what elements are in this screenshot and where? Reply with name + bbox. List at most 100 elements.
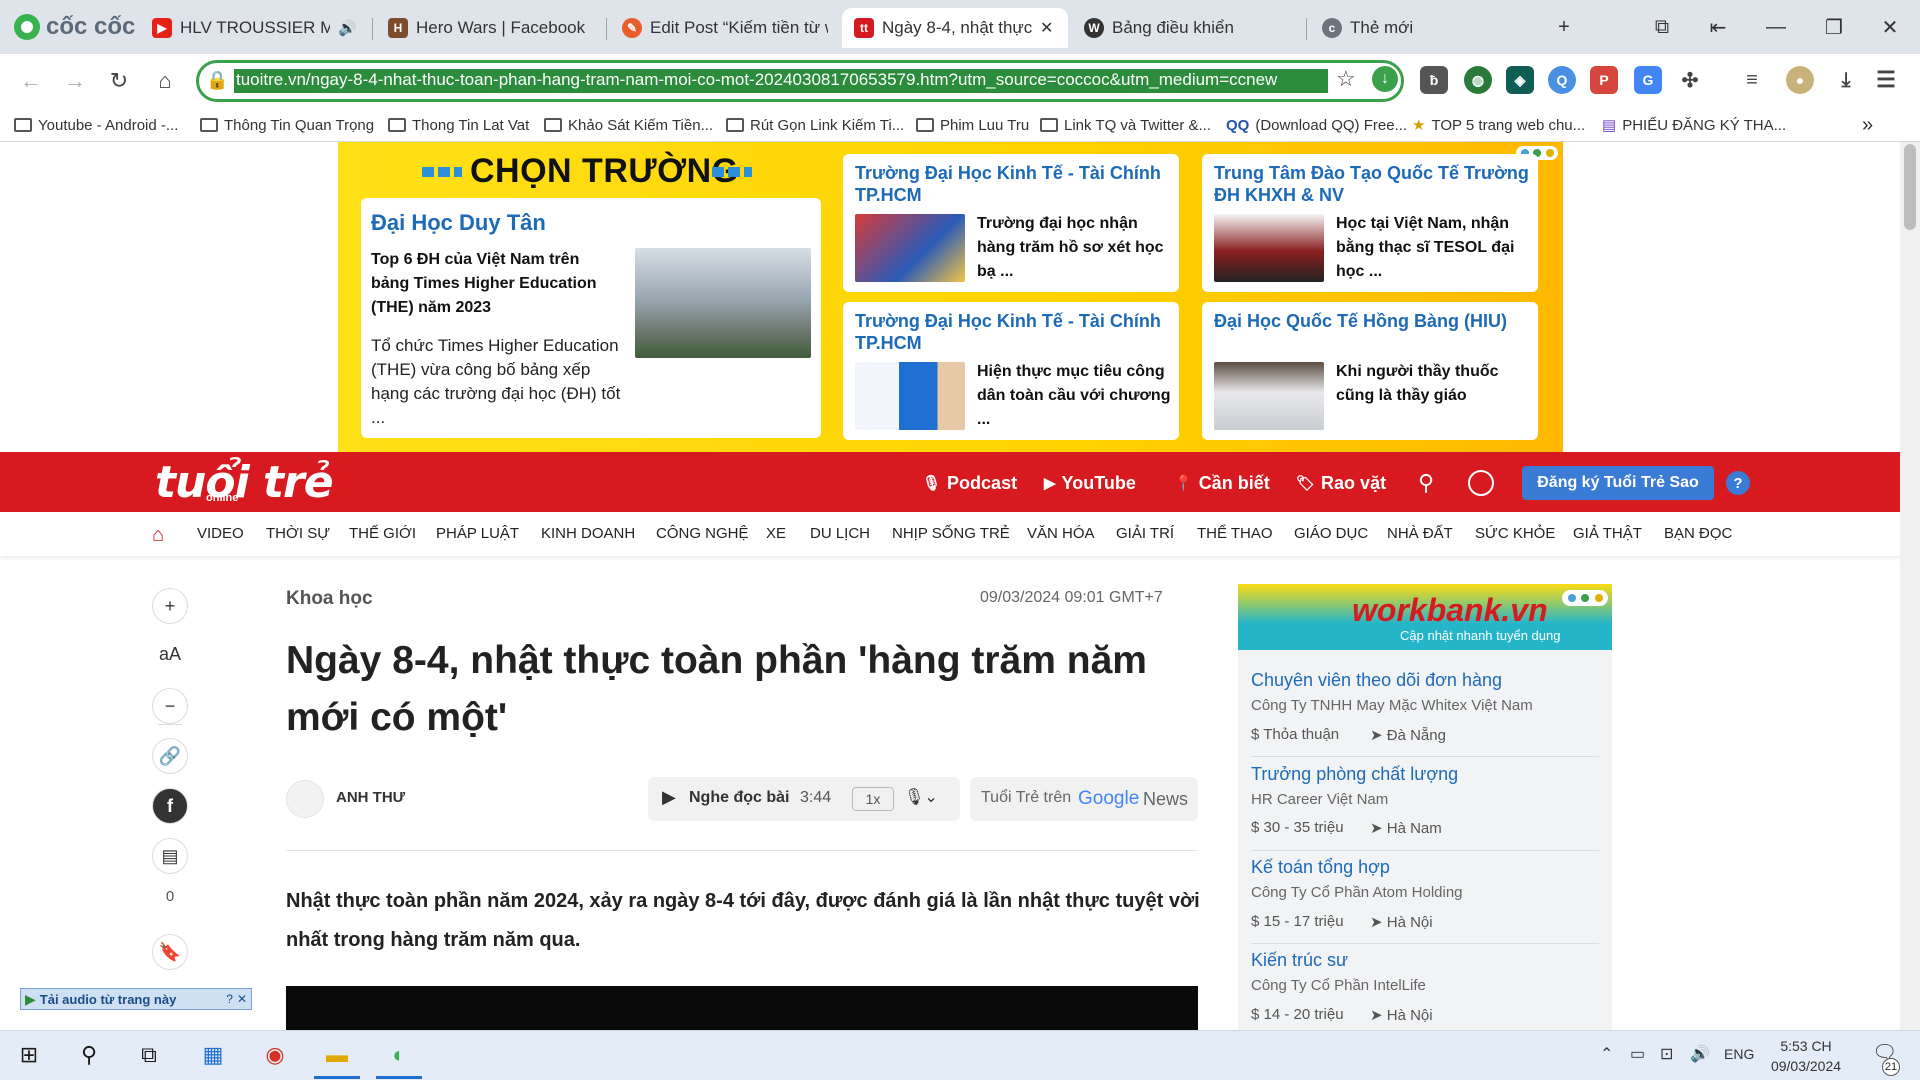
globe-icon[interactable]: ◍ (1464, 66, 1492, 94)
windows-start-icon[interactable]: ⊞ (12, 1038, 46, 1072)
article-category[interactable]: Khoa học (286, 588, 373, 610)
more-bookmarks-icon[interactable]: » (1862, 111, 1873, 139)
menu-item[interactable]: KINH DOANH (541, 525, 635, 542)
ad-card[interactable]: Trường Đại Học Kinh Tế - Tài Chính TP.HC… (843, 154, 1179, 292)
tab-hero-wars[interactable]: H Hero Wars | Facebook (376, 8, 606, 48)
avatar[interactable]: ● (1786, 66, 1814, 94)
speed-button[interactable]: 1x (852, 787, 894, 811)
downloads-icon[interactable]: ⤓ (1832, 66, 1860, 94)
search-icon[interactable]: ⚲ (1418, 470, 1444, 496)
ad-card[interactable]: Trung Tâm Đào Tạo Quốc Tế Trường ĐH KHXH… (1202, 154, 1538, 292)
help-icon[interactable]: ? (1726, 471, 1750, 495)
task-view-icon[interactable]: ⧉ (132, 1038, 166, 1072)
battery-icon[interactable]: ▭ (1630, 1044, 1645, 1064)
extension-icon[interactable]: ƀ (1420, 66, 1448, 94)
store-icon[interactable]: ▦ (196, 1038, 230, 1072)
menu-item[interactable]: THỂ THAO (1197, 525, 1273, 542)
zoom-out-button[interactable]: − (152, 688, 188, 724)
bookmark-item[interactable]: Thong Tin Lat Vat (388, 111, 529, 139)
user-icon[interactable] (1468, 470, 1494, 496)
ad-card[interactable]: Đại Học Quốc Tế Hồng Bàng (HIU) Khi ngườ… (1202, 302, 1538, 440)
home-button[interactable]: ⌂ (148, 64, 182, 98)
volume-icon[interactable]: 🔊 (1690, 1044, 1710, 1064)
job-title[interactable]: Kiến trúc sư (1251, 950, 1426, 971)
maximize-button[interactable]: ❐ (1814, 10, 1854, 44)
menu-item[interactable]: NHÀ ĐẤT (1387, 525, 1453, 542)
menu-item[interactable]: VIDEO (197, 525, 244, 542)
job-item[interactable]: Chuyên viên theo dõi đơn hàng Công Ty TN… (1251, 670, 1533, 714)
page-scrollbar[interactable] (1900, 142, 1920, 1030)
menu-item[interactable]: XE (766, 525, 786, 542)
speaker-icon[interactable]: 🔊 (338, 19, 357, 37)
tab-youtube[interactable]: ▶ HLV TROUSSIER M 🔊 (140, 8, 370, 48)
pdf-icon[interactable]: P (1590, 66, 1618, 94)
tab-edit-post[interactable]: ✎ Edit Post “Kiếm tiền từ w (610, 8, 840, 48)
forward-button[interactable]: → (58, 64, 92, 98)
menu-item[interactable]: GIÁO DỤC (1294, 525, 1368, 542)
bookmark-item[interactable]: Thông Tin Quan Trọng (200, 111, 374, 139)
youtube-link[interactable]: ▶ YouTube (1044, 470, 1136, 496)
network-icon[interactable]: ⊡ (1660, 1044, 1673, 1064)
close-window-button[interactable]: ✕ (1870, 10, 1910, 44)
close-tab-icon[interactable]: ✕ (1040, 18, 1053, 38)
job-item[interactable]: Trưởng phòng chất lượng HR Career Việt N… (1251, 764, 1458, 808)
menu-item[interactable]: GIẢI TRÍ (1116, 525, 1174, 542)
voice-select-icon[interactable]: 🎙⌄ (904, 787, 938, 807)
new-tab-button[interactable]: + (1544, 10, 1584, 44)
ad-badge[interactable] (1562, 590, 1608, 606)
screenshot-icon[interactable]: ⧉ (1642, 10, 1682, 44)
help-icon[interactable]: ? (226, 992, 233, 1006)
chrome-icon[interactable]: ◉ (258, 1038, 292, 1072)
podcast-link[interactable]: 🎙 Podcast (922, 470, 1017, 496)
can-biet-link[interactable]: 📍 Cần biết (1174, 470, 1270, 496)
play-icon[interactable]: ▶ (662, 787, 676, 808)
coccoc-logo[interactable]: cốc cốc (14, 12, 135, 42)
back-tab-icon[interactable]: ⇤ (1698, 10, 1738, 44)
rao-vat-link[interactable]: 🏷 Rao vặt (1296, 470, 1386, 496)
bookmark-item[interactable]: ★ TOP 5 trang web chu... (1412, 111, 1585, 139)
coccoc-icon[interactable]: ◐ (382, 1038, 416, 1072)
menu-item[interactable]: PHÁP LUẬT (436, 525, 519, 542)
menu-item[interactable]: SỨC KHỎE (1475, 525, 1555, 542)
menu-item[interactable]: CÔNG NGHỆ (656, 525, 749, 542)
reload-button[interactable]: ↻ (102, 64, 136, 98)
register-button[interactable]: Đăng ký Tuổi Trẻ Sao (1522, 466, 1714, 500)
comment-icon[interactable]: ▤ (152, 838, 188, 874)
job-item[interactable]: Kế toán tổng hợp Công Ty Cổ Phần Atom Ho… (1251, 857, 1463, 901)
menu-item[interactable]: VĂN HÓA (1027, 525, 1095, 542)
back-button[interactable]: ← (14, 64, 48, 98)
bookmark-item[interactable]: Phim Luu Tru (916, 111, 1029, 139)
audio-download-bar[interactable]: ▶ Tải audio từ trang này ? ✕ (20, 988, 252, 1010)
zoom-in-button[interactable]: + (152, 588, 188, 624)
ad-main-card[interactable]: Đại Học Duy Tân Top 6 ĐH của Việt Nam tr… (361, 198, 821, 438)
tab-dashboard[interactable]: W Bảng điều khiển (1072, 8, 1302, 48)
job-title[interactable]: Kế toán tổng hợp (1251, 857, 1463, 878)
tab-active-article[interactable]: tt Ngày 8-4, nhật thực ✕ (842, 8, 1068, 48)
close-icon[interactable]: ✕ (237, 992, 247, 1006)
language-indicator[interactable]: ENG (1724, 1046, 1754, 1062)
listen-label[interactable]: Nghe đọc bài (689, 789, 789, 807)
url-text[interactable]: tuoitre.vn/ngay-8-4-nhat-thuc-toan-phan-… (234, 69, 1328, 93)
download-video-icon[interactable]: ↓ (1372, 66, 1398, 92)
menu-item[interactable]: DU LỊCH (810, 525, 870, 542)
search-extension-icon[interactable]: Q (1548, 66, 1576, 94)
bookmark-item[interactable]: Youtube - Android -... (14, 111, 178, 139)
menu-item[interactable]: GIẢ THẬT (1573, 525, 1642, 542)
menu-item[interactable]: THẾ GIỚI (349, 525, 416, 542)
ad-card[interactable]: Trường Đại Học Kinh Tế - Tài Chính TP.HC… (843, 302, 1179, 440)
extension-icon[interactable]: ◈ (1506, 66, 1534, 94)
job-title[interactable]: Trưởng phòng chất lượng (1251, 764, 1458, 785)
menu-item[interactable]: NHỊP SỐNG TRẺ (892, 525, 1010, 542)
job-title[interactable]: Chuyên viên theo dõi đơn hàng (1251, 670, 1533, 691)
menu-item[interactable]: THỜI SỰ (266, 525, 330, 542)
file-explorer-icon[interactable]: ▬ (320, 1038, 354, 1072)
bookmark-item[interactable]: Khảo Sát Kiếm Tiền... (544, 111, 713, 139)
tuoitre-logo[interactable]: tuổi trẻ (155, 457, 334, 508)
facebook-icon[interactable]: f (152, 788, 188, 824)
translate-icon[interactable]: G (1634, 66, 1662, 94)
minimize-button[interactable]: — (1756, 10, 1796, 44)
menu-item[interactable]: BẠN ĐỌC (1664, 525, 1732, 542)
link-icon[interactable]: 🔗 (152, 738, 188, 774)
author-name[interactable]: ANH THƯ (336, 789, 405, 806)
font-size-button[interactable]: aA (152, 644, 188, 665)
